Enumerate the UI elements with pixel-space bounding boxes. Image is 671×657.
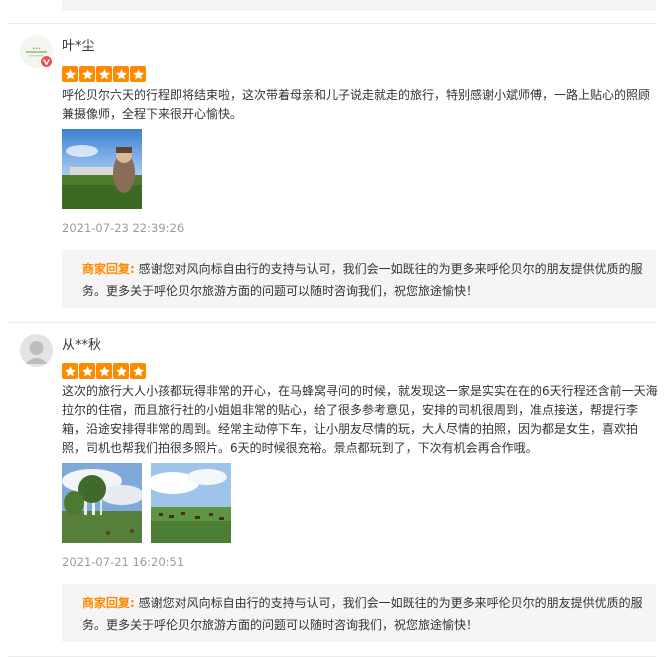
review-content: 呼伦贝尔六天的行程即将结束啦，这次带着母亲和儿子说走就走的旅行，特别感谢小斌师傅… <box>62 88 651 121</box>
star-icon <box>62 363 78 379</box>
star-icon <box>62 66 78 82</box>
review-photo[interactable] <box>62 129 142 209</box>
star-icon <box>113 363 129 379</box>
rating-stars <box>62 363 146 379</box>
photo-herd-grassland <box>151 463 231 543</box>
review-content: 这次的旅行大人小孩都玩得非常的开心，在马蜂窝寻问的时候，就发现这一家是实实在在的… <box>62 384 658 455</box>
review-time: 2021-07-21 16:20:51 <box>62 555 185 569</box>
reply-text: 感谢您对风向标自由行的支持与认可，我们会一如既往的为更多来呼伦贝尔的朋友提供优质… <box>82 262 643 298</box>
star-icon <box>113 66 129 82</box>
review-time: 2021-07-23 22:39:26 <box>62 221 185 235</box>
star-icon <box>79 363 95 379</box>
star-icon <box>96 66 112 82</box>
star-icon <box>96 363 112 379</box>
username[interactable]: 从**秋 <box>62 338 101 354</box>
reply-label: 商家回复: <box>82 596 135 610</box>
vip-badge-icon <box>40 55 53 68</box>
review-photo[interactable] <box>151 463 231 543</box>
username[interactable]: 叶*尘 <box>62 39 95 55</box>
default-avatar-icon <box>20 334 53 367</box>
photo-birch-trees <box>62 463 142 543</box>
star-icon <box>130 363 146 379</box>
star-icon <box>79 66 95 82</box>
reply-label: 商家回复: <box>82 262 135 276</box>
previous-reply-box <box>62 0 656 11</box>
review-photo[interactable] <box>62 463 142 543</box>
merchant-reply: 商家回复: 感谢您对风向标自由行的支持与认可，我们会一如既往的为更多来呼伦贝尔的… <box>62 584 656 642</box>
merchant-reply: 商家回复: 感谢您对风向标自由行的支持与认可，我们会一如既往的为更多来呼伦贝尔的… <box>62 250 656 308</box>
review-divider <box>8 322 656 323</box>
star-icon <box>130 66 146 82</box>
review-divider <box>8 23 656 24</box>
avatar[interactable] <box>20 334 53 367</box>
reply-text: 感谢您对风向标自由行的支持与认可，我们会一如既往的为更多来呼伦贝尔的朋友提供优质… <box>82 596 643 632</box>
rating-stars <box>62 66 146 82</box>
photo-grassland-figure <box>62 129 142 209</box>
